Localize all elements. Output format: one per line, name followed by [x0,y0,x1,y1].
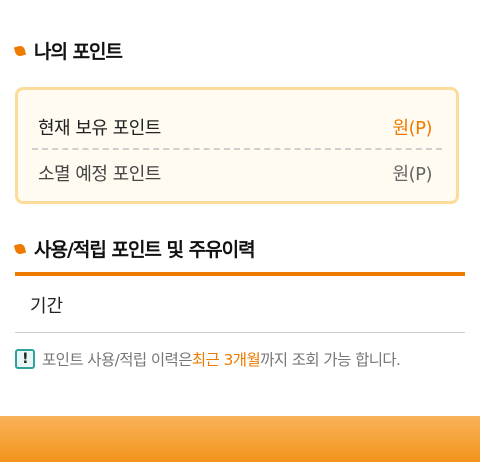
held-points-row: 현재 보유 포인트 원(P) [38,114,433,140]
held-points-label: 현재 보유 포인트 [38,118,161,139]
expiring-points-row: 소멸 예정 포인트 원(P) [38,160,433,186]
period-filter-row[interactable]: 기간 [15,276,465,333]
bottom-action-bar[interactable] [0,416,480,462]
expiring-points-label: 소멸 예정 포인트 [38,164,161,185]
dashed-divider [32,148,442,150]
period-label: 기간 [30,296,64,317]
bullet-icon [13,44,27,57]
notice-suffix: 까지 조회 가능 합니다. [260,351,401,369]
history-notice: ! 포인트 사용/적립 이력은 최근 3개월 까지 조회 가능 합니다. [15,348,401,370]
my-points-title-text: 나의 포인트 [34,41,123,63]
points-summary-box: 현재 보유 포인트 원(P) 소멸 예정 포인트 원(P) [15,87,459,204]
history-title-text: 사용/적립 포인트 및 주유이력 [34,239,256,261]
bullet-icon [13,242,27,255]
notice-highlight: 최근 3개월 [191,351,261,369]
my-points-title: 나의 포인트 [13,37,123,64]
history-title: 사용/적립 포인트 및 주유이력 [13,235,256,262]
exclamation-icon: ! [15,349,35,369]
held-points-value: 원(P) [392,118,433,139]
expiring-points-value: 원(P) [392,164,433,185]
notice-prefix: 포인트 사용/적립 이력은 [42,351,192,369]
